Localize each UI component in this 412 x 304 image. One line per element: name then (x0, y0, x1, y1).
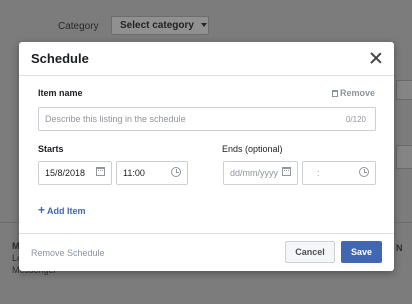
item-name-placeholder: Describe this listing in the schedule (45, 114, 186, 124)
add-item-label: Add Item (47, 206, 86, 216)
start-time-value: 11:00 (123, 168, 145, 178)
plus-icon: + (38, 203, 46, 217)
item-name-input[interactable]: Describe this listing in the schedule 0/… (38, 107, 376, 131)
background-box (396, 80, 412, 100)
category-select-value: Select category (120, 20, 194, 31)
remove-schedule-button[interactable]: Remove Schedule (31, 248, 105, 258)
ends-label: Ends (optional) (222, 144, 283, 154)
category-label: Category (58, 21, 99, 32)
cancel-button[interactable]: Cancel (285, 241, 335, 263)
schedule-dialog: Schedule Item name Remove Describe this … (19, 42, 394, 271)
dialog-footer: Remove Schedule Cancel Save (19, 233, 394, 271)
clock-icon (359, 167, 369, 177)
end-date-placeholder: dd/mm/yyyy (230, 168, 279, 178)
clock-icon (171, 167, 181, 177)
remove-item-label: Remove (339, 88, 375, 98)
end-time-placeholder: : (317, 168, 320, 178)
add-item-button[interactable]: + Add Item (38, 203, 86, 217)
starts-label: Starts (38, 144, 64, 154)
category-select[interactable]: Select category (111, 16, 209, 35)
calendar-icon (282, 167, 291, 176)
start-time-input[interactable]: 11:00 (116, 161, 188, 185)
close-icon[interactable] (368, 50, 384, 66)
caret-down-icon (200, 23, 207, 28)
item-name-counter: 0/120 (345, 115, 366, 124)
calendar-icon (96, 167, 105, 176)
start-date-value: 15/8/2018 (45, 168, 86, 178)
end-date-input[interactable]: dd/mm/yyyy (223, 161, 298, 185)
item-name-label: Item name (38, 88, 83, 98)
trash-icon (331, 90, 338, 97)
dialog-header: Schedule (19, 42, 394, 76)
dialog-title: Schedule (31, 51, 89, 66)
background-letter: N (396, 243, 403, 253)
start-date-input[interactable]: 15/8/2018 (38, 161, 112, 185)
remove-item-button[interactable]: Remove (331, 88, 375, 98)
end-time-input[interactable]: : (302, 161, 376, 185)
background-box (396, 145, 412, 169)
save-button[interactable]: Save (341, 241, 382, 263)
